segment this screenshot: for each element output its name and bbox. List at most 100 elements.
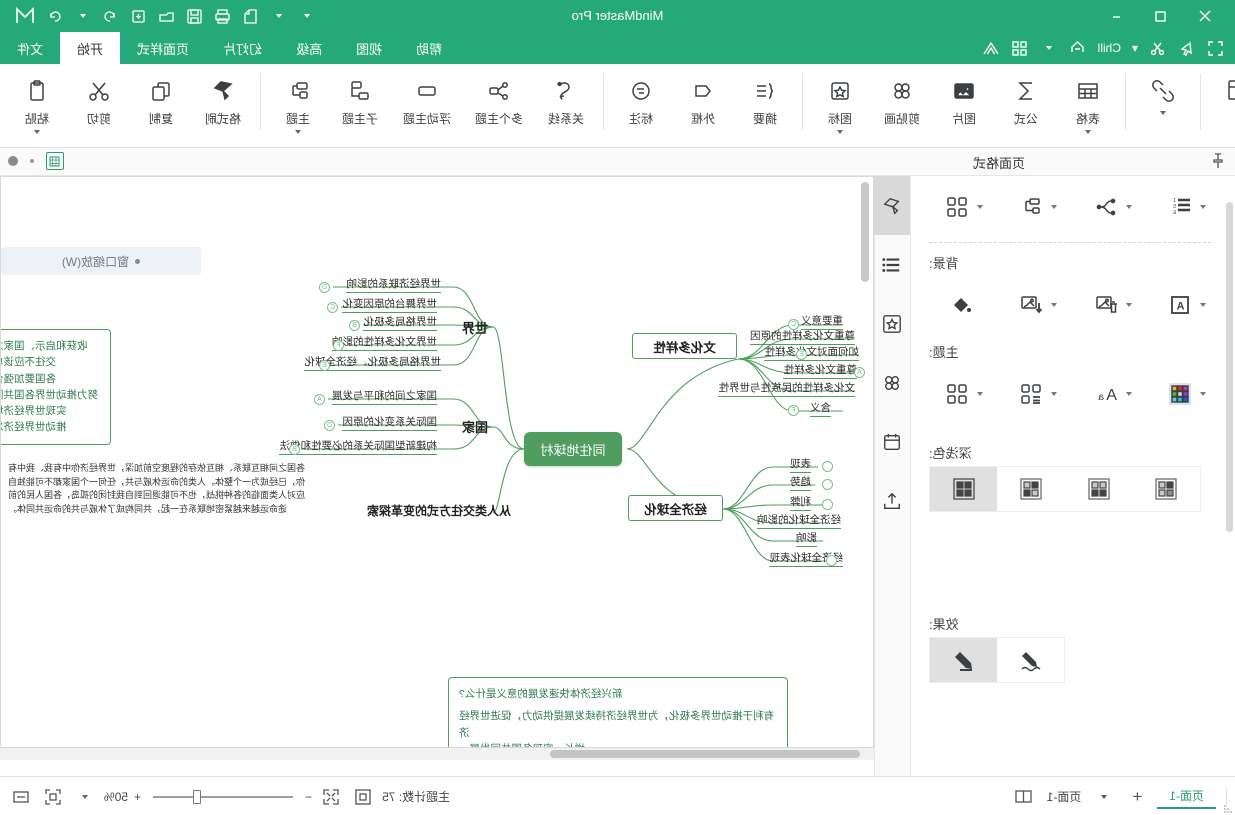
topic-button[interactable]: 主题 (267, 68, 329, 144)
leaf-cd-2[interactable]: 如何面对文化多样性 (764, 344, 859, 361)
tab-file[interactable]: 文件 (0, 32, 60, 64)
formula-button[interactable]: 公式 (995, 68, 1057, 144)
structure-dropdown-icon[interactable] (1051, 205, 1058, 209)
zoom-slider[interactable] (153, 789, 294, 804)
paste-dropdown-icon[interactable] (34, 130, 40, 134)
cut-tool-icon[interactable] (1147, 37, 1169, 59)
export-dropdown-icon[interactable] (266, 3, 292, 29)
redo-icon[interactable] (42, 3, 68, 29)
canvas-hscroll-thumb[interactable] (550, 750, 860, 758)
page-dropdown-icon[interactable] (1091, 784, 1117, 810)
cut-button[interactable]: 剪切 (68, 68, 130, 144)
shade-option-3[interactable] (998, 467, 1066, 511)
outline-style-option[interactable]: 15E (1151, 192, 1222, 222)
branch-economic-globalization[interactable]: 经济全球化 (628, 495, 723, 521)
export-icon[interactable] (238, 3, 264, 29)
shade-option-2[interactable] (1065, 467, 1133, 511)
maximize-button[interactable] (1139, 0, 1183, 32)
leaf-w-3[interactable]: 世界文化多样性的影响 (332, 334, 437, 351)
rail-notes[interactable] (874, 412, 910, 471)
structure-option[interactable] (1002, 192, 1073, 222)
theme-gallery-dropdown-icon[interactable] (976, 392, 983, 396)
outline-style-dropdown-icon[interactable] (1200, 205, 1207, 209)
callout-button[interactable]: 标注 (610, 68, 672, 144)
close-button[interactable] (1183, 0, 1227, 32)
minimize-button[interactable] (1095, 0, 1139, 32)
branch-cultural-diversity[interactable]: 文化多样性 (632, 333, 737, 359)
cursor-icon[interactable] (1176, 37, 1198, 59)
leaf-c-0[interactable]: 国家之间的和平与发展 (332, 388, 437, 405)
table-button[interactable]: 表格 (1057, 68, 1119, 144)
bottom-note-box[interactable]: 新兴经济体快速发展的意义是什么? 有利于推动世界多极化，为世界经济持续发展提供动… (448, 677, 788, 748)
zoom-dropdown-icon[interactable] (72, 784, 98, 810)
mindmap-canvas[interactable]: 窗口缩放(W) 同住地球村 文化多样性 经济全球化 世界 国家 从人类交往方式的… (0, 176, 874, 748)
branch-style-option[interactable] (1076, 192, 1147, 222)
leaf-cd-4[interactable]: 文化多样性的民族性与世界性 (718, 380, 855, 397)
link-button[interactable] (1132, 68, 1194, 144)
image-button[interactable]: 图片 (933, 68, 995, 144)
font-theme-option[interactable]: Aa (1076, 379, 1147, 409)
rail-clipart[interactable] (874, 353, 910, 412)
boundary-button[interactable]: 外框 (672, 68, 734, 144)
fit-window-icon[interactable] (318, 784, 344, 810)
format-panel-scrollbar[interactable] (1226, 202, 1233, 532)
clipart-button[interactable]: 剪贴画 (871, 68, 933, 144)
chill-label[interactable]: Chill (1096, 41, 1123, 55)
remove-background-option[interactable] (1076, 290, 1147, 320)
topic-dropdown-icon[interactable] (295, 130, 301, 134)
summary-button[interactable]: 摘要 (734, 68, 796, 144)
branch-human-interaction[interactable]: 从人类交往方式的变革探索 (367, 502, 511, 519)
background-image-option[interactable] (1002, 290, 1073, 320)
paste-button[interactable]: 粘贴 (6, 68, 68, 144)
leaf-w-2[interactable]: 世界格局多极化 (363, 314, 437, 331)
fullscreen-icon[interactable] (1205, 37, 1227, 59)
add-page-button[interactable]: + (1127, 787, 1147, 807)
rail-icon-library[interactable] (874, 294, 910, 353)
relationship-button[interactable]: 关系线 (535, 68, 597, 144)
print-icon[interactable] (210, 3, 236, 29)
font-theme-dropdown-icon[interactable] (1125, 392, 1132, 396)
zoom-in-button[interactable]: + (134, 790, 141, 804)
remove-background-dropdown-icon[interactable] (1125, 303, 1132, 307)
rail-style-brush[interactable] (874, 176, 910, 235)
fit-page-icon[interactable] (40, 784, 66, 810)
leaf-cd-3[interactable]: 尊重文化多样性 (783, 362, 857, 379)
pin-icon[interactable] (1211, 153, 1225, 172)
leaf-w-1[interactable]: 世界舞台的原因变化 (342, 296, 437, 313)
save-icon[interactable] (182, 3, 208, 29)
watermark-option[interactable]: A (1151, 290, 1222, 320)
tab-help[interactable]: 帮助 (399, 32, 459, 64)
new-icon[interactable] (126, 3, 152, 29)
layout-button[interactable] (1207, 68, 1235, 144)
tab-page-style[interactable]: 页面样式 (120, 32, 206, 64)
shade-option-4[interactable] (930, 467, 998, 511)
zoom-slider-knob[interactable] (193, 789, 202, 804)
icon-dropdown-icon[interactable] (837, 130, 843, 134)
page-view-icon[interactable] (8, 784, 34, 810)
leaf-cd-1[interactable]: 尊重文化多样性的原因 (750, 328, 855, 345)
leaf-w-0[interactable]: 世界经济联系的影响 (346, 276, 441, 293)
grid-layout-dropdown-icon[interactable] (976, 205, 983, 209)
leaf-eg-0[interactable]: 表现 (790, 456, 811, 473)
theme-style-dropdown-icon[interactable] (1051, 392, 1058, 396)
caret-down-icon[interactable] (1038, 37, 1060, 59)
leaf-c-2[interactable]: 构建新型国际关系的必要性和做法 (279, 438, 437, 455)
side-note-box[interactable]: 收获和启示、国家之间的 交往不应该单一、 各国要加强合作、 努力推动世界各国共同… (0, 329, 111, 445)
tab-view[interactable]: 视图 (339, 32, 399, 64)
subtopic-button[interactable]: 子主题 (329, 68, 391, 144)
color-palette-option[interactable] (1151, 379, 1222, 409)
branch-style-dropdown-icon[interactable] (1125, 205, 1132, 209)
multi-topic-button[interactable]: 多个主题 (463, 68, 535, 144)
tab-home[interactable]: 开始 (60, 32, 121, 64)
chill-dropdown-caret[interactable]: ▾ (1130, 41, 1140, 55)
leaf-eg-3[interactable]: 经济全球化的影响 (757, 512, 841, 529)
leaf-eg-1[interactable]: 趋势 (790, 474, 811, 491)
leaf-cd-5[interactable]: 含义 (810, 400, 831, 417)
watermark-dropdown-icon[interactable] (1200, 303, 1207, 307)
leaf-eg-4[interactable]: 影响 (796, 530, 817, 547)
shade-option-1[interactable] (1133, 467, 1201, 511)
icon-button[interactable]: 图标 (809, 68, 871, 144)
zoom-out-button[interactable]: − (305, 790, 312, 804)
redo-dropdown-icon[interactable] (70, 3, 96, 29)
copy-button[interactable]: 复制 (130, 68, 192, 144)
